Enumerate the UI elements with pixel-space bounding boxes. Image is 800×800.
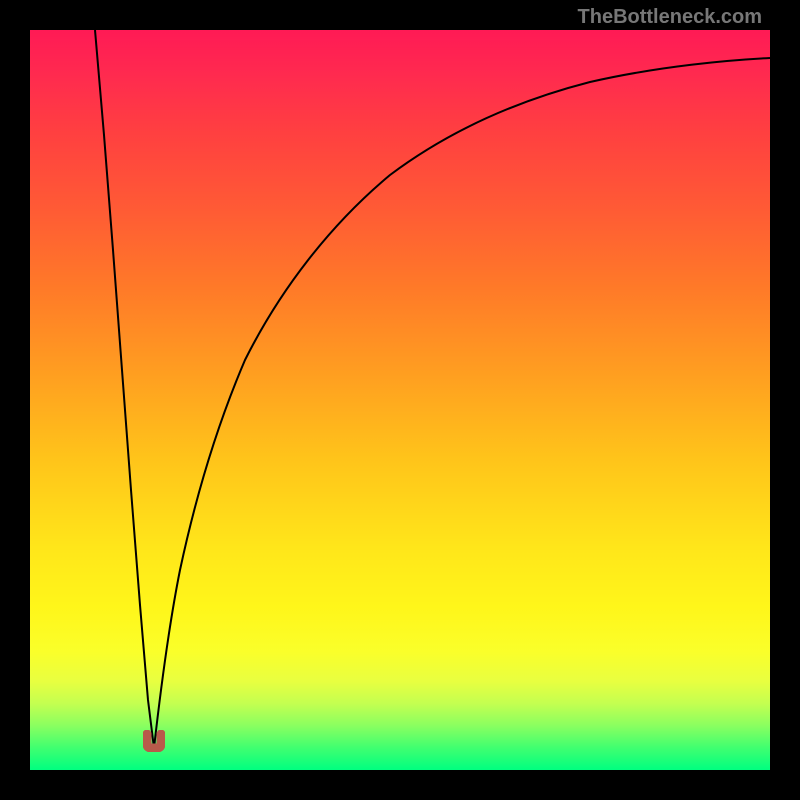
- plot-area: [30, 30, 770, 770]
- curve-left-branch: [95, 30, 154, 748]
- watermark-label: TheBottleneck.com: [578, 6, 762, 29]
- bottleneck-curve: [30, 30, 770, 770]
- curve-right-branch: [154, 58, 770, 748]
- chart-frame: TheBottleneck.com: [0, 0, 800, 800]
- bottleneck-marker-icon: [143, 730, 165, 752]
